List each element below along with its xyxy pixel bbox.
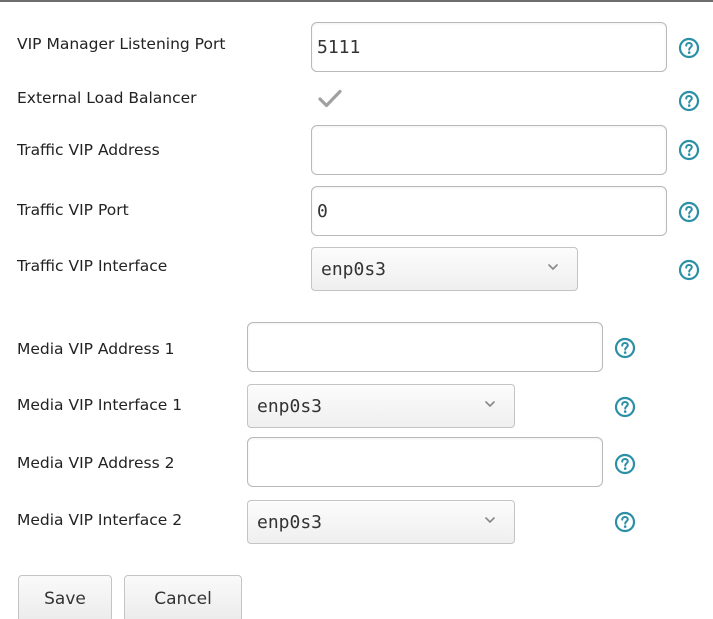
traffic-vip-port-label: Traffic VIP Port bbox=[17, 201, 129, 219]
help-circle-icon[interactable] bbox=[678, 201, 700, 223]
media-vip-address-1-label: Media VIP Address 1 bbox=[17, 340, 175, 358]
media-vip-interface-1-select[interactable]: enp0s3 bbox=[247, 384, 515, 428]
vip-manager-port-input[interactable] bbox=[311, 22, 667, 72]
media-vip-interface-2-value: enp0s3 bbox=[257, 512, 323, 533]
media-vip-address-2-input[interactable] bbox=[247, 437, 603, 487]
traffic-vip-address-label: Traffic VIP Address bbox=[17, 141, 160, 159]
traffic-vip-port-input[interactable] bbox=[311, 186, 667, 236]
help-circle-icon[interactable] bbox=[678, 259, 700, 281]
chevron-down-icon bbox=[485, 401, 495, 407]
help-circle-icon[interactable] bbox=[614, 511, 636, 533]
help-circle-icon[interactable] bbox=[614, 453, 636, 475]
media-vip-interface-1-label: Media VIP Interface 1 bbox=[17, 396, 183, 414]
traffic-vip-interface-value: enp0s3 bbox=[321, 259, 387, 280]
traffic-vip-address-input[interactable] bbox=[311, 125, 667, 175]
chevron-down-icon bbox=[485, 517, 495, 523]
media-vip-address-1-input[interactable] bbox=[247, 322, 603, 372]
media-vip-interface-2-label: Media VIP Interface 2 bbox=[17, 511, 183, 529]
help-circle-icon[interactable] bbox=[614, 337, 636, 359]
help-circle-icon[interactable] bbox=[678, 90, 700, 112]
traffic-vip-interface-select[interactable]: enp0s3 bbox=[311, 247, 578, 291]
external-lb-label: External Load Balancer bbox=[17, 89, 197, 107]
chevron-down-icon bbox=[548, 264, 558, 270]
help-circle-icon[interactable] bbox=[678, 37, 700, 59]
help-circle-icon[interactable] bbox=[678, 139, 700, 161]
cancel-button[interactable]: Cancel bbox=[124, 575, 242, 619]
traffic-vip-interface-label: Traffic VIP Interface bbox=[17, 257, 168, 275]
media-vip-interface-1-value: enp0s3 bbox=[257, 396, 323, 417]
vip-manager-port-label: VIP Manager Listening Port bbox=[17, 35, 226, 53]
media-vip-address-2-label: Media VIP Address 2 bbox=[17, 454, 175, 472]
save-button[interactable]: Save bbox=[18, 575, 112, 619]
help-circle-icon[interactable] bbox=[614, 396, 636, 418]
top-divider bbox=[0, 0, 713, 2]
media-vip-interface-2-select[interactable]: enp0s3 bbox=[247, 500, 515, 544]
external-lb-checkbox[interactable] bbox=[317, 88, 343, 110]
